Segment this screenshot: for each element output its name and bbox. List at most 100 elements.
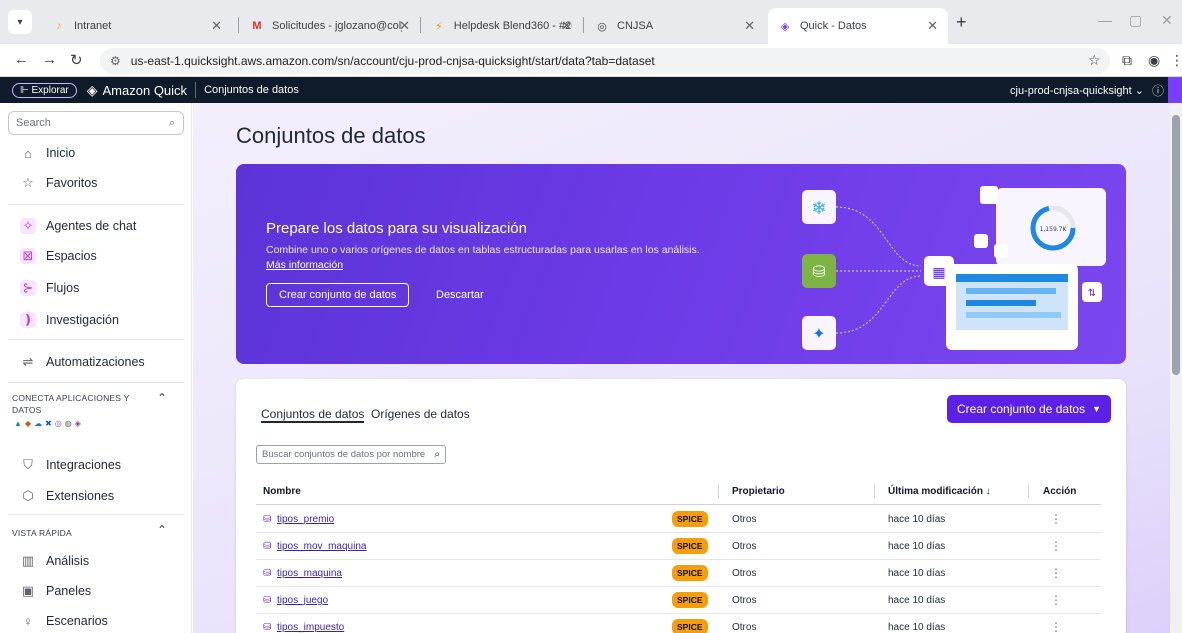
sidebar-item-escenarios[interactable]: ♀ Escenarios	[0, 608, 192, 633]
svg-text:1,159.7K: 1,159.7K	[1040, 226, 1068, 233]
chevron-up-icon[interactable]: ⌃	[157, 391, 167, 405]
bookmark-star-icon[interactable]: ☆	[1088, 52, 1101, 69]
sidebar-item-inicio[interactable]: ⌂ Inicio	[0, 140, 192, 166]
account-menu[interactable]: cju-prod-cnjsa-quicksight ⌄	[1010, 84, 1144, 97]
site-info-icon[interactable]: ⚙	[110, 54, 121, 68]
row-actions-icon[interactable]: ⋮	[1050, 539, 1062, 553]
tab-conjuntos-de-datos[interactable]: Conjuntos de datos	[261, 407, 365, 423]
learn-more-link[interactable]: Más información	[266, 259, 343, 271]
sidebar-item-extensiones[interactable]: ⬡ Extensiones	[0, 483, 192, 509]
owner-cell: Otros	[732, 622, 757, 633]
table-row[interactable]: ⛁ tipos_premio SPICE Otros hace 10 días …	[256, 506, 1101, 533]
breadcrumb[interactable]: Conjuntos de datos	[204, 84, 299, 96]
spice-badge: SPICE	[672, 565, 708, 581]
sidebar-item-paneles[interactable]: ▣ Paneles	[0, 578, 192, 604]
quick-header: ⊩ Explorar ◈ Amazon Quick Conjuntos de d…	[0, 77, 1182, 103]
promo-banner: Prepare los datos para su visualización …	[236, 164, 1126, 364]
star-icon: ☆	[22, 175, 34, 190]
tab-search-menu-icon[interactable]: ▾	[8, 10, 32, 34]
sidebar-search-input[interactable]: Search ⌕	[8, 111, 184, 135]
quick-logo-icon: ◈	[86, 81, 98, 98]
browser-toolbar: ← → ↻ ⚙ us-east-1.quicksight.aws.amazon.…	[0, 44, 1182, 77]
extensions-icon[interactable]: ⧉	[1122, 52, 1132, 69]
explorar-button[interactable]: ⊩ Explorar	[12, 82, 77, 98]
sort-arrow-icon: ↓	[985, 486, 991, 497]
row-actions-icon[interactable]: ⋮	[1050, 512, 1062, 526]
connector-icons: ▲ ◆ ☁ ✖ ◎ ◍ ◈	[14, 419, 81, 428]
banner-create-dataset-button[interactable]: Crear conjunto de datos	[266, 283, 410, 307]
spice-badge: SPICE	[672, 619, 708, 633]
table-row[interactable]: ⛁ tipos_impuesto SPICE Otros hace 10 día…	[256, 614, 1101, 633]
table-row[interactable]: ⛁ tipos_juego SPICE Otros hace 10 días ⋮	[256, 587, 1101, 614]
column-header-ultima-modificacion[interactable]: Última modificación ↓	[888, 486, 991, 497]
close-tab-icon[interactable]: ✕	[927, 18, 938, 34]
sidebar-item-favoritos[interactable]: ☆ Favoritos	[0, 170, 192, 196]
dataset-name-link[interactable]: tipos_juego	[277, 595, 328, 606]
profile-icon[interactable]: ◉	[1148, 52, 1160, 69]
table-row[interactable]: ⛁ tipos_maquina SPICE Otros hace 10 días…	[256, 560, 1101, 587]
restore-icon[interactable]: ▢	[1129, 12, 1142, 29]
svg-text:▦: ▦	[932, 265, 945, 281]
dataset-icon: ⛁	[263, 568, 272, 579]
chevron-up-icon[interactable]: ⌃	[157, 523, 167, 537]
sidebar-item-integraciones[interactable]: ⛉ Integraciones	[0, 452, 192, 478]
browser-tab-cnjsa[interactable]: ◎ CNJSA ✕	[585, 8, 765, 44]
column-header-propietario[interactable]: Propietario	[732, 486, 785, 497]
search-icon: ⌕	[434, 449, 440, 460]
close-window-icon[interactable]: ✕	[1161, 12, 1173, 29]
reload-icon[interactable]: ↻	[70, 51, 83, 69]
dataset-name-link[interactable]: tipos_mov_maquina	[277, 541, 367, 552]
browser-menu-icon[interactable]: ⋮	[1170, 52, 1182, 69]
browser-tab-strip: ▾ ♪ Intranet ✕ M Solicitudes - jglozano@…	[0, 0, 1182, 44]
close-tab-icon[interactable]: ✕	[399, 18, 410, 34]
spice-badge: SPICE	[672, 592, 708, 608]
browser-tab-helpdesk[interactable]: ⚡ Helpdesk Blend360 - #202448 ✕	[422, 8, 582, 44]
browser-tab-solicitudes[interactable]: M Solicitudes - jglozano@coljueg ✕	[240, 8, 420, 44]
caret-down-icon[interactable]: ▼	[1092, 404, 1101, 414]
column-header-nombre[interactable]: Nombre	[263, 486, 301, 497]
close-tab-icon[interactable]: ✕	[211, 18, 222, 34]
back-icon[interactable]: ←	[14, 51, 29, 68]
helpdesk-icon: ⚡	[435, 20, 443, 33]
main-content: Conjuntos de datos Prepare los datos par…	[193, 103, 1170, 633]
sidebar-item-investigacion[interactable]: ❫ Investigación	[0, 307, 192, 333]
tab-origenes-de-datos[interactable]: Orígenes de datos	[371, 407, 470, 421]
dataset-name-link[interactable]: tipos_premio	[277, 514, 334, 525]
dataset-icon: ⛁	[263, 595, 272, 606]
forward-icon[interactable]: →	[42, 51, 57, 68]
help-icon[interactable]: ⓘ	[1152, 82, 1164, 99]
gmail-icon: M	[252, 20, 262, 32]
modified-cell: hace 10 días	[888, 568, 946, 579]
chevron-down-icon: ⌄	[1134, 84, 1144, 97]
scrollbar-thumb[interactable]	[1172, 115, 1180, 375]
create-dataset-button[interactable]: Crear conjunto de datos ▼	[947, 395, 1111, 423]
assistant-icon[interactable]	[1168, 77, 1182, 103]
dismiss-button[interactable]: Descartar	[436, 289, 484, 301]
row-actions-icon[interactable]: ⋮	[1050, 593, 1062, 607]
integrations-icon: ⛉	[23, 457, 33, 472]
table-row[interactable]: ⛁ tipos_mov_maquina SPICE Otros hace 10 …	[256, 533, 1101, 560]
dataset-icon: ⛁	[263, 622, 272, 633]
svg-text:✦: ✦	[812, 324, 825, 343]
row-actions-icon[interactable]: ⋮	[1050, 566, 1062, 580]
sidebar-item-flujos[interactable]: ⊱ Flujos	[0, 275, 192, 301]
modified-cell: hace 10 días	[888, 595, 946, 606]
minimize-icon[interactable]: —	[1098, 12, 1112, 28]
new-tab-icon[interactable]: +	[956, 12, 967, 33]
row-actions-icon[interactable]: ⋮	[1050, 620, 1062, 633]
research-icon: ❫	[20, 312, 36, 328]
brand-logo[interactable]: ◈ Amazon Quick	[87, 82, 187, 99]
dataset-name-link[interactable]: tipos_impuesto	[277, 622, 344, 633]
sidebar-item-espacios[interactable]: ⊠ Espacios	[0, 243, 192, 269]
dataset-search-input[interactable]: Buscar conjuntos de datos por nombre ⌕	[256, 445, 446, 464]
sidebar-item-agentes[interactable]: ✧ Agentes de chat	[0, 213, 192, 239]
sidebar-item-automatizaciones[interactable]: ⇌ Automatizaciones	[0, 349, 192, 375]
browser-tab-intranet[interactable]: ♪ Intranet ✕	[42, 8, 232, 44]
address-bar[interactable]: ⚙ us-east-1.quicksight.aws.amazon.com/sn…	[100, 48, 1110, 74]
sidebar-item-analisis[interactable]: ▥ Análisis	[0, 548, 192, 574]
close-tab-icon[interactable]: ✕	[561, 18, 572, 34]
dataset-name-link[interactable]: tipos_maquina	[277, 568, 342, 579]
page-scrollbar[interactable]	[1170, 103, 1182, 633]
close-tab-icon[interactable]: ✕	[744, 18, 755, 34]
browser-tab-quick-datos[interactable]: ◈ Quick - Datos ✕	[768, 8, 948, 44]
